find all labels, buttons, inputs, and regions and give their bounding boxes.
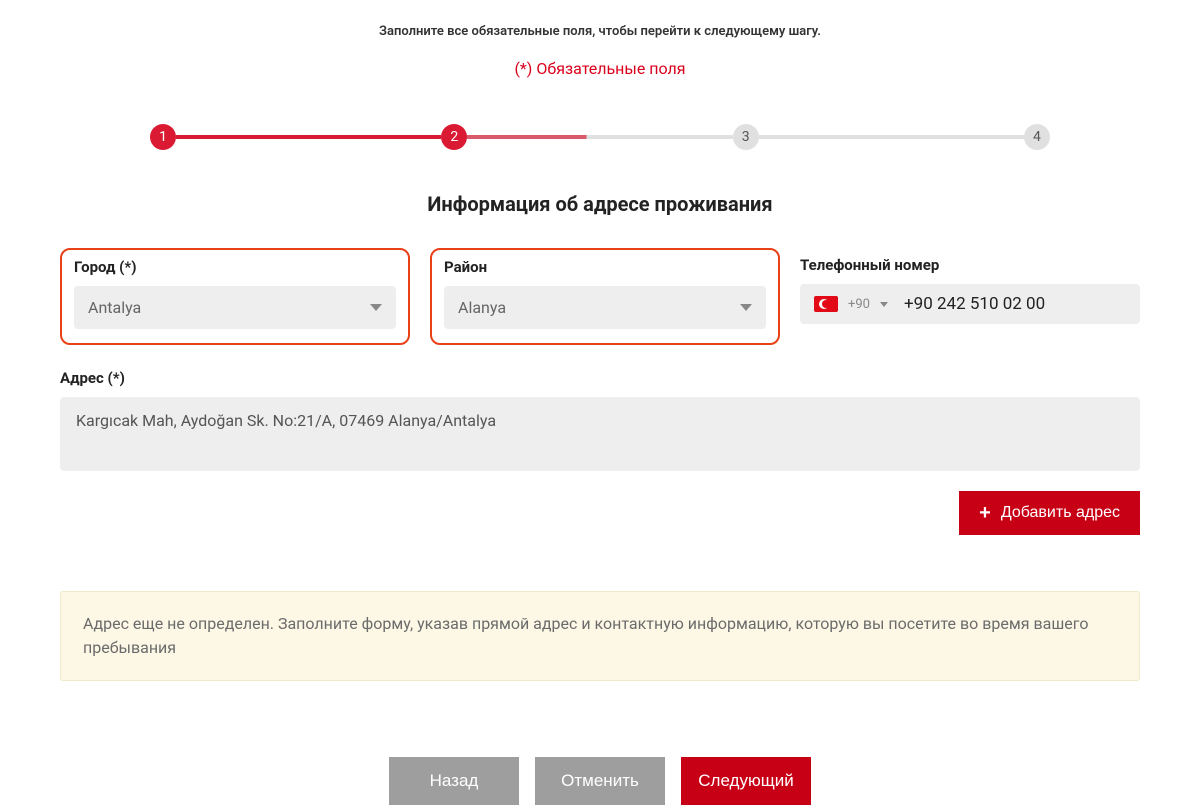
- next-button[interactable]: Следующий: [681, 757, 811, 805]
- plus-icon: +: [979, 503, 991, 523]
- section-title: Информация об адресе проживания: [60, 192, 1140, 216]
- add-address-button-label: Добавить адрес: [1001, 504, 1120, 522]
- district-select[interactable]: Alanya: [444, 286, 766, 329]
- instruction-text: Заполните все обязательные поля, чтобы п…: [60, 24, 1140, 39]
- district-label: Район: [444, 258, 766, 276]
- phone-field-wrapper: Телефонный номер +90 +90 242 510 02 00: [800, 248, 1140, 345]
- city-label: Город (*): [74, 258, 396, 276]
- info-alert: Адрес еще не определен. Заполните форму,…: [60, 591, 1140, 681]
- flag-icon: [814, 296, 838, 312]
- footer-buttons: Назад Отменить Следующий: [0, 757, 1200, 811]
- phone-number-value: +90 242 510 02 00: [904, 294, 1045, 314]
- phone-input[interactable]: +90 +90 242 510 02 00: [800, 284, 1140, 324]
- chevron-down-icon: [880, 302, 888, 307]
- step-line-2-3: [467, 135, 732, 139]
- city-select[interactable]: Antalya: [74, 286, 396, 329]
- chevron-down-icon: [740, 304, 752, 311]
- city-field-wrapper: Город (*) Antalya: [60, 248, 410, 345]
- step-4-dot: 4: [1024, 124, 1050, 150]
- required-fields-note: (*) Обязательные поля: [60, 59, 1140, 78]
- address-label: Адрес (*): [60, 369, 1140, 387]
- back-button[interactable]: Назад: [389, 757, 519, 805]
- step-line-3-4: [759, 135, 1024, 139]
- district-select-value: Alanya: [458, 298, 506, 317]
- country-code: +90: [848, 297, 870, 312]
- step-1-dot: 1: [150, 124, 176, 150]
- phone-label: Телефонный номер: [800, 256, 1140, 274]
- step-2-dot: 2: [441, 124, 467, 150]
- add-address-button[interactable]: + Добавить адрес: [959, 491, 1140, 535]
- step-3-dot: 3: [733, 124, 759, 150]
- step-line-1-2: [176, 135, 441, 139]
- district-field-wrapper: Район Alanya: [430, 248, 780, 345]
- city-select-value: Antalya: [88, 298, 141, 317]
- cancel-button[interactable]: Отменить: [535, 757, 665, 805]
- progress-stepper: 1 2 3 4: [150, 124, 1050, 150]
- address-textarea[interactable]: [60, 397, 1140, 471]
- chevron-down-icon: [370, 304, 382, 311]
